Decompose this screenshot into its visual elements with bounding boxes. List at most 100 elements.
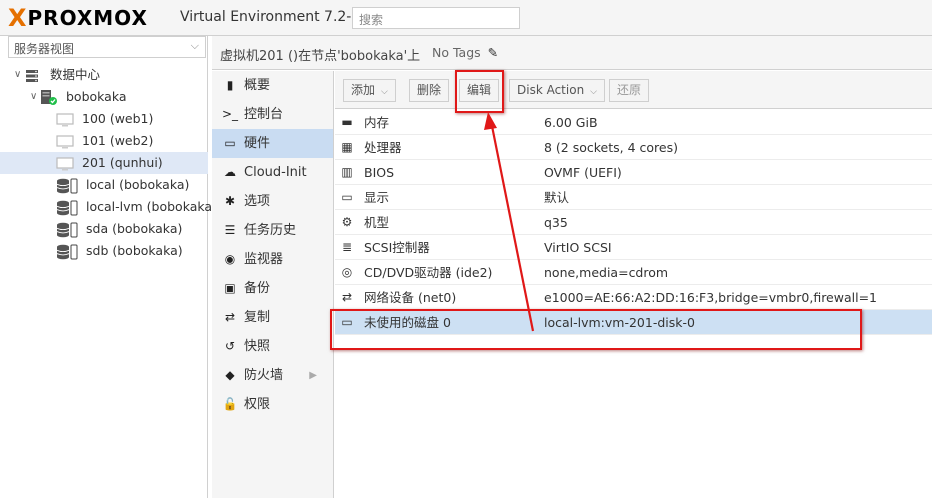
cogs-icon: ⚙	[341, 215, 353, 229]
remove-button[interactable]: 删除	[409, 79, 450, 102]
remove-button-label: 删除	[417, 83, 442, 97]
hardware-row[interactable]: ▦ 处理器 8 (2 sockets, 4 cores)	[335, 135, 932, 160]
hardware-value: 默认	[544, 190, 570, 205]
database-icon: ≣	[341, 240, 353, 254]
hardware-row[interactable]: ◎ CD/DVD驱动器 (ide2) none,media=cdrom	[335, 260, 932, 285]
tree-item[interactable]: local (bobokaka)	[0, 174, 208, 196]
nav-item-label: 概要	[244, 78, 271, 93]
nav-item[interactable]: ⇄ 复制	[212, 303, 333, 332]
microchip-icon: ▥	[341, 165, 353, 179]
shield-icon: ◆	[225, 368, 235, 382]
proxmox-logo-word: PROXMOX	[27, 6, 148, 30]
tree-item[interactable]: 101 (web2)	[0, 130, 208, 152]
terminal-icon: >_	[222, 107, 239, 121]
tree-item-label: local (bobokaka)	[86, 177, 190, 192]
tree-item[interactable]: 100 (web1)	[0, 108, 208, 130]
tree-item-label: local-lvm (bobokaka)	[86, 199, 217, 214]
tree-item[interactable]: sdb (bobokaka)	[0, 240, 208, 262]
nav-item[interactable]: ▭ 硬件	[212, 129, 333, 158]
monitor-icon: ▭	[224, 136, 236, 150]
hardware-row[interactable]: ⚙ 机型 q35	[335, 210, 932, 235]
hardware-value: e1000=AE:66:A2:DD:16:F3,bridge=vmbr0,fir…	[544, 290, 878, 305]
chevron-down-icon[interactable]: ⌵	[191, 39, 199, 53]
view-select[interactable]: 服务器视图 ⌵	[8, 36, 206, 58]
nav-item-label: 控制台	[244, 107, 284, 122]
proxmox-logo[interactable]: X PROXMOX	[8, 4, 148, 32]
nav-item[interactable]: ◉ 监视器	[212, 245, 333, 274]
tree-item[interactable]: local-lvm (bobokaka)	[0, 196, 217, 218]
tree-item[interactable]: ∨ bobokaka	[0, 86, 208, 108]
hardware-row[interactable]: ≣ SCSI控制器 VirtIO SCSI	[335, 235, 932, 260]
hardware-value: 8 (2 sockets, 4 cores)	[544, 140, 678, 155]
cpu-icon: ▦	[341, 140, 353, 154]
storage-icon	[56, 222, 78, 238]
tree-item-label: sdb (bobokaka)	[86, 243, 183, 258]
tree-item[interactable]: sda (bobokaka)	[0, 218, 208, 240]
hardware-row[interactable]: ▥ BIOS OVMF (UEFI)	[335, 160, 932, 185]
hardware-key: 机型	[364, 215, 390, 230]
hardware-row[interactable]: ▬ 内存 6.00 GiB	[335, 110, 932, 135]
nav-item-label: 权限	[244, 397, 271, 412]
book-icon: ▮	[226, 78, 234, 92]
nav-item-label: 复制	[244, 310, 271, 325]
server-node-icon	[40, 90, 57, 105]
add-button-label: 添加	[351, 83, 376, 97]
nav-item-label: 防火墙	[244, 368, 284, 383]
tree-item-label: 201 (qunhui)	[82, 155, 163, 170]
chevron-right-icon: ▶	[309, 370, 317, 381]
search-input[interactable]: 搜索	[352, 7, 520, 29]
revert-button-label: 还原	[617, 83, 642, 97]
top-bar: X PROXMOX Virtual Environment 7.2-14 搜索	[0, 0, 932, 36]
content-header: 虚拟机201 ()在节点'bobokaka'上 No Tags ✎	[212, 36, 932, 70]
hardware-key: 网络设备 (net0)	[364, 290, 457, 305]
tree-item-label: 数据中心	[50, 67, 101, 82]
hardware-row[interactable]: ▭ 显示 默认	[335, 185, 932, 210]
nav-item[interactable]: ▮ 概要	[212, 71, 333, 100]
disk-action-button[interactable]: Disk Action ⌵	[509, 79, 605, 102]
tree-item-label: 100 (web1)	[82, 111, 154, 126]
pencil-icon[interactable]: ✎	[488, 45, 498, 60]
desktop-icon: ▭	[341, 190, 353, 204]
tree-toggle-icon[interactable]: ∨	[14, 64, 21, 86]
hardware-key: 处理器	[364, 140, 402, 155]
retweet-icon: ⇄	[224, 310, 236, 324]
unlock-icon: 🔓	[222, 397, 238, 411]
tree-item-label: bobokaka	[66, 89, 127, 104]
nav-item[interactable]: ✱ 选项	[212, 187, 333, 216]
hardware-value: none,media=cdrom	[544, 265, 669, 280]
vm-monitor-icon	[56, 134, 74, 149]
nav-item[interactable]: ↺ 快照	[212, 332, 333, 361]
hardware-value: q35	[544, 215, 568, 230]
disk-action-label: Disk Action	[517, 83, 585, 97]
resource-tree: ∨ 数据中心 ∨ bobokaka 100 (web1) 101 (web2) 201 (q…	[0, 64, 217, 262]
page-title: 虚拟机201 ()在节点'bobokaka'上	[220, 49, 421, 64]
floppy-icon: ▣	[224, 281, 236, 295]
nav-item[interactable]: 🔓 权限	[212, 390, 333, 419]
storage-icon	[56, 244, 78, 260]
hardware-value: VirtIO SCSI	[544, 240, 612, 255]
nav-item[interactable]: ◆ 防火墙 ▶	[212, 361, 333, 390]
hardware-key: 内存	[364, 115, 390, 130]
nav-item[interactable]: ☰ 任务历史	[212, 216, 333, 245]
tree-toggle-icon[interactable]: ∨	[30, 86, 37, 108]
nav-item[interactable]: ☁ Cloud-Init	[212, 158, 333, 187]
tree-item-label: 101 (web2)	[82, 133, 154, 148]
hardware-row[interactable]: ⇄ 网络设备 (net0) e1000=AE:66:A2:DD:16:F3,brid…	[335, 285, 932, 310]
list-icon: ☰	[224, 223, 236, 237]
nav-item-label: 硬件	[244, 136, 271, 151]
tags-area[interactable]: No Tags ✎	[432, 45, 498, 60]
tree-item[interactable]: ∨ 数据中心	[0, 64, 208, 86]
proxmox-logo-mark: X	[8, 4, 27, 32]
edit-button-highlight	[455, 70, 504, 113]
revert-button[interactable]: 还原	[609, 79, 650, 102]
tags-label: No Tags	[432, 45, 481, 60]
add-button[interactable]: 添加 ⌵	[343, 79, 396, 102]
history-icon: ↺	[224, 339, 236, 353]
nav-item[interactable]: >_ 控制台	[212, 100, 333, 129]
vm-nav-menu: ▮ 概要 >_ 控制台 ▭ 硬件 ☁ Cloud-Init ✱ 选项 ☰ 任务历史 ◉ 监视器 ▣ 备份 ⇄ 复制…	[212, 71, 334, 498]
exchange-icon: ⇄	[341, 290, 353, 304]
resource-tree-panel: 服务器视图 ⌵ ∨ 数据中心 ∨ bobokaka 100 (web1) 101 (web…	[0, 36, 217, 498]
unused-disk-highlight	[330, 309, 862, 350]
tree-item[interactable]: 201 (qunhui)	[0, 152, 208, 174]
nav-item[interactable]: ▣ 备份	[212, 274, 333, 303]
